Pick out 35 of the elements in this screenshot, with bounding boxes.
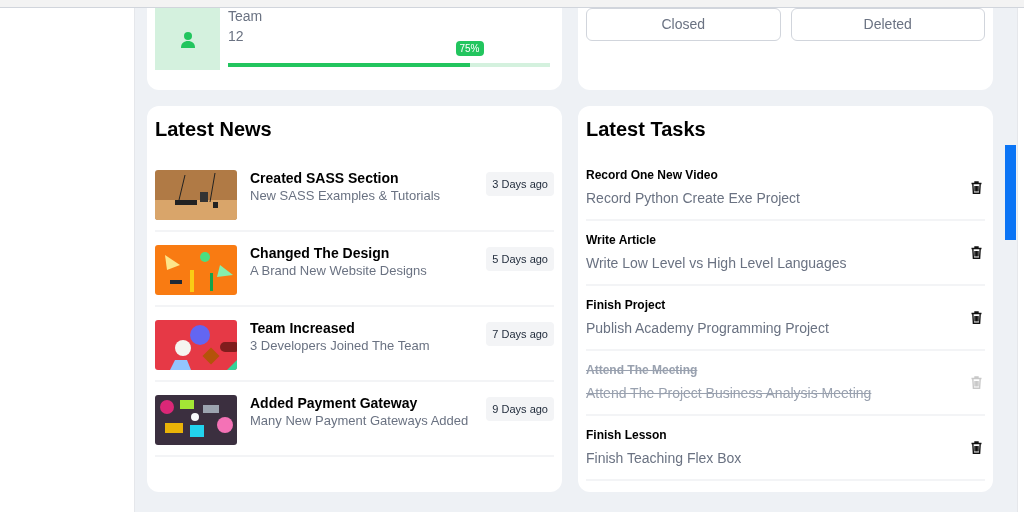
trash-icon[interactable]	[971, 311, 982, 324]
task-title: Record One New Video	[586, 168, 719, 182]
task-title: Finish Project	[586, 298, 667, 312]
task-title: Attend The Meeting	[586, 363, 699, 377]
scrollbar-thumb[interactable]	[1005, 145, 1016, 240]
task-description: Finish Teaching Flex Box	[586, 450, 743, 467]
news-subtitle: 3 Developers Joined The Team	[250, 337, 431, 354]
task-description: Write Low Level vs High Level Languages	[586, 255, 848, 272]
news-title: Added Payment Gateway	[250, 395, 419, 412]
trash-icon[interactable]	[971, 246, 982, 259]
news-title: Created SASS Section	[250, 170, 400, 187]
time-badge: 9 Days ago	[486, 397, 554, 421]
news-title: Changed The Design	[250, 245, 391, 262]
status-button[interactable]: Closed	[586, 8, 781, 41]
task-title: Finish Lesson	[586, 428, 668, 442]
user-icon	[179, 30, 196, 48]
status-button[interactable]: Deleted	[790, 8, 985, 41]
stat-value: 12	[228, 29, 245, 43]
time-badge: 3 Days ago	[486, 172, 554, 196]
task-description: Publish Academy Programming Project	[586, 320, 830, 337]
trash-icon[interactable]	[971, 441, 982, 454]
trash-icon[interactable]	[971, 181, 982, 194]
card-title: Latest News	[155, 117, 273, 142]
time-badge: 5 Days ago	[486, 247, 554, 271]
news-subtitle: New SASS Examples & Tutorials	[250, 187, 442, 204]
progress-tooltip: 75%	[455, 41, 484, 56]
task-description: Record Python Create Exe Project	[586, 190, 801, 207]
news-subtitle: Many New Payment Gateways Added	[250, 412, 470, 429]
card-title: Latest Tasks	[586, 117, 707, 142]
stat-label: Team	[228, 9, 264, 23]
task-title: Write Article	[586, 233, 658, 247]
time-badge: 7 Days ago	[486, 322, 554, 346]
news-subtitle: A Brand New Website Designs	[250, 262, 428, 279]
news-title: Team Increased	[250, 320, 356, 337]
task-description: Attend The Project Business Analysis Meeting	[586, 385, 873, 402]
